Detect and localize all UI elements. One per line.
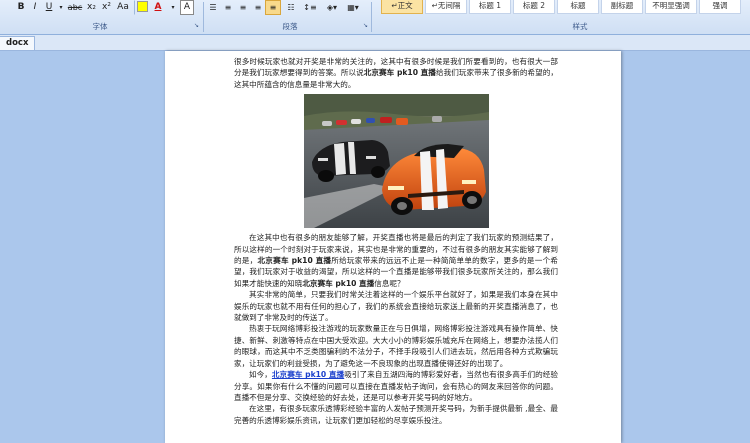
document-body[interactable]: 很多时候玩家也就对开奖是非常的关注的，这其中有很多时候是我们所要看到的，也有很大… [234, 56, 558, 426]
subscript-button[interactable]: x₂ [84, 0, 99, 15]
group-divider [203, 2, 204, 32]
char-border-button[interactable]: A [180, 0, 194, 15]
change-case-button[interactable]: Aa [114, 0, 132, 15]
race-car-image [303, 94, 489, 229]
paragraph-1: 很多时候玩家也就对开奖是非常的关注的，这其中有很多时候是我们所要看到的，也有很大… [234, 57, 558, 89]
align-left-button-icon[interactable]: ≡ [221, 0, 235, 15]
styles-gallery: ↵正文 ↵无间隔 标题 1 标题 2 标题 副标题 不明显强调 强调 [378, 0, 750, 14]
document-tab-bar: docx [0, 35, 750, 51]
strikethrough-button[interactable]: abc [66, 0, 84, 15]
underline-dropdown-icon[interactable]: ▾ [56, 0, 66, 15]
paragraph-3: 其实非常的简单，只要我们时常关注着这样的一个娱乐平台就好了，如果是我们本身在其中… [234, 290, 558, 323]
styles-group-label: 样式 [572, 22, 588, 31]
shading-icon[interactable]: ◈▾ [322, 0, 342, 15]
style-heading-2[interactable]: 标题 2 [513, 0, 555, 14]
paragraph-6: 在这里，有很多玩家乐透博彩经验丰富的人发帖子预测开奖号码，为新手提供最新 ,最全… [234, 404, 558, 425]
paragraph-2: 在这其中也有很多的朋友能够了解，开奖直播也将是最后的判定了我们玩家的预测结果了，… [234, 233, 559, 288]
font-group-label: 字体 [92, 22, 108, 31]
style-subtle-emphasis[interactable]: 不明显强调 [645, 0, 697, 14]
line-spacing-icon[interactable]: ↕≡ [300, 0, 320, 15]
style-emphasis[interactable]: 强调 [699, 0, 741, 14]
font-color-dropdown-icon[interactable]: ▾ [168, 0, 178, 15]
style-title[interactable]: 标题 [557, 0, 599, 14]
bold-button[interactable]: B [14, 0, 28, 15]
align-right-icon[interactable]: ≡ [251, 0, 265, 15]
style-subtitle[interactable]: 副标题 [601, 0, 643, 14]
ribbon: B I U ▾ abc x₂ x² Aa A ▾ A ☰ ≡ ≡ ≡ ≡ ☷ ↕… [0, 0, 750, 35]
style-normal[interactable]: ↵正文 [381, 0, 423, 14]
borders-icon[interactable]: ▦▾ [343, 0, 363, 15]
italic-button[interactable]: I [28, 0, 42, 15]
justify-icon[interactable]: ≡ [265, 0, 281, 15]
paragraph-4: 热衷于玩网络博彩投注游戏的玩家数量正在与日俱增，网络博彩投注游戏具有操作简单、快… [234, 324, 558, 368]
paragraph-5: 如今，北京赛车 pk10 直播吸引了来自五湖四海的博彩爱好者，当然也有很多高手们… [234, 370, 559, 402]
highlight-icon[interactable] [134, 0, 150, 15]
paragraph-dialog-launcher-icon[interactable]: ↘ [362, 22, 369, 29]
group-divider [371, 2, 372, 32]
document-tab[interactable]: docx [0, 36, 36, 50]
underline-button[interactable]: U [42, 0, 56, 15]
pk10-link[interactable]: 北京赛车 pk10 直播 [272, 370, 344, 379]
font-color-button[interactable]: A [150, 0, 166, 15]
superscript-button[interactable]: x² [99, 0, 114, 15]
paragraph-group-label: 段落 [282, 22, 298, 31]
align-left-icon[interactable]: ☰ [207, 0, 219, 15]
align-center-icon[interactable]: ≡ [236, 0, 250, 15]
distributed-icon[interactable]: ☷ [283, 0, 299, 15]
document-page: 很多时候玩家也就对开奖是非常的关注的，这其中有很多时候是我们所要看到的，也有很大… [165, 51, 621, 443]
style-no-spacing[interactable]: ↵无间隔 [425, 0, 467, 14]
font-dialog-launcher-icon[interactable]: ↘ [193, 22, 200, 29]
style-heading-1[interactable]: 标题 1 [469, 0, 511, 14]
